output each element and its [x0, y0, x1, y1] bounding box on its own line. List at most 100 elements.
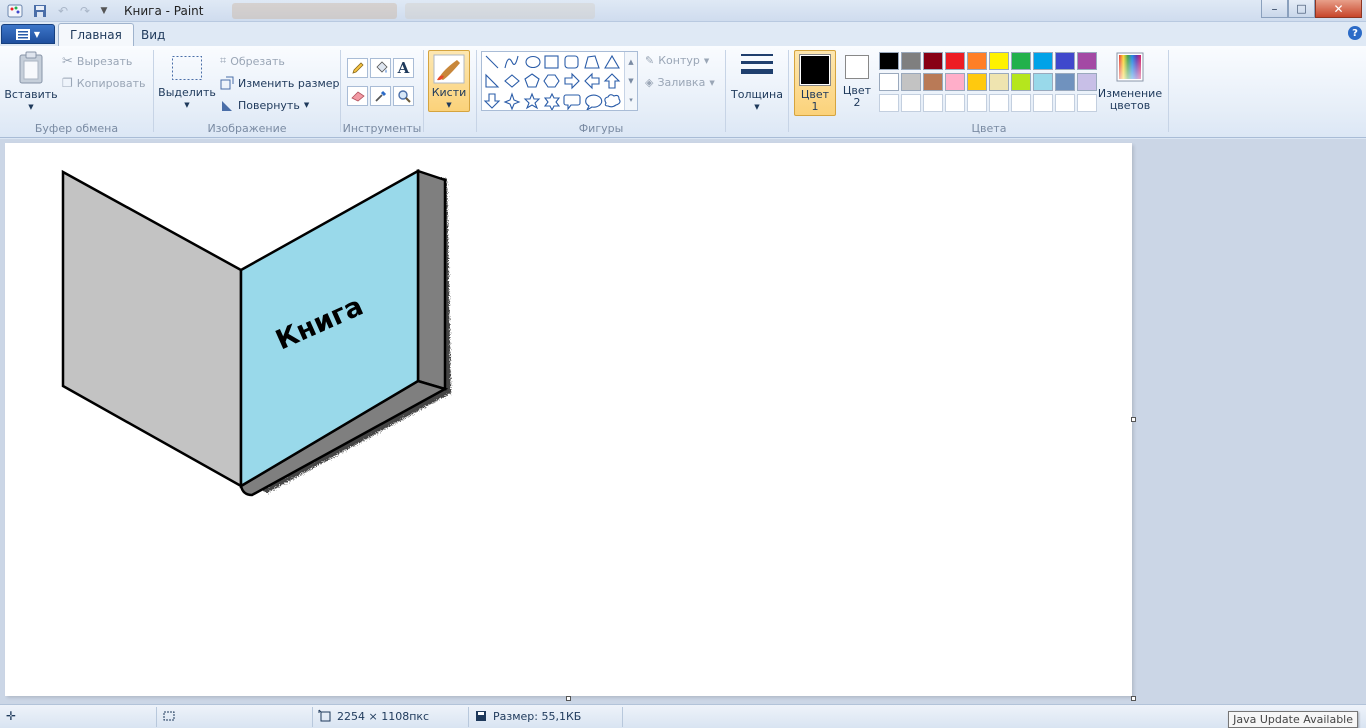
color2-button[interactable]: Цвет 2 — [840, 55, 874, 109]
color-swatch[interactable] — [1011, 52, 1031, 70]
color-swatch[interactable] — [1033, 94, 1053, 112]
six-point-star-shape[interactable] — [543, 92, 561, 110]
pencil-icon[interactable] — [347, 58, 368, 78]
drawing-canvas[interactable]: Книга — [5, 143, 1132, 696]
down-arrow-shape[interactable] — [483, 93, 501, 109]
pentagon-shape[interactable] — [524, 73, 540, 88]
resize-button[interactable]: Изменить размер — [220, 76, 340, 90]
color1-button[interactable]: Цвет 1 — [794, 50, 836, 116]
minimize-button[interactable]: – — [1261, 0, 1288, 18]
edit-colors-label-2: цветов — [1109, 99, 1151, 112]
cloud-callout-shape[interactable] — [604, 94, 621, 108]
color-swatch[interactable] — [1011, 94, 1031, 112]
color-swatch[interactable] — [901, 73, 921, 91]
color-swatch[interactable] — [967, 73, 987, 91]
color-swatch[interactable] — [1033, 73, 1053, 91]
scroll-down-icon[interactable]: ▼ — [628, 77, 633, 85]
tab-view[interactable]: Вид — [130, 23, 176, 46]
java-update-tooltip[interactable]: Java Update Available — [1228, 711, 1358, 728]
color-swatch[interactable] — [945, 73, 965, 91]
triangle-shape[interactable] — [604, 54, 620, 69]
polygon-shape[interactable] — [584, 55, 600, 69]
color-swatch[interactable] — [1055, 73, 1075, 91]
left-arrow-shape[interactable] — [584, 72, 600, 90]
oval-shape[interactable] — [525, 55, 541, 69]
color-swatch[interactable] — [989, 52, 1009, 70]
rotate-button[interactable]: Повернуть ▼ — [220, 98, 309, 112]
paste-button[interactable]: Вставить ▼ — [4, 51, 58, 113]
rectangle-shape[interactable] — [544, 55, 559, 69]
right-arrow-shape[interactable] — [564, 72, 580, 90]
copy-button[interactable]: ❐ Копировать — [62, 76, 145, 90]
chevron-down-icon: ▼ — [754, 103, 760, 111]
color-picker-icon[interactable] — [370, 86, 391, 106]
save-icon[interactable] — [31, 3, 49, 19]
resize-handle-bottom[interactable] — [566, 696, 571, 701]
rainbow-palette-icon — [1116, 52, 1144, 82]
color-swatch[interactable] — [1011, 73, 1031, 91]
color-swatch[interactable] — [923, 94, 943, 112]
color-swatch[interactable] — [1077, 52, 1097, 70]
color-swatch[interactable] — [879, 52, 899, 70]
cut-button[interactable]: ✂ Вырезать — [62, 54, 132, 69]
undo-icon[interactable]: ↶ — [54, 3, 72, 19]
color-swatch[interactable] — [879, 73, 899, 91]
paint-app-icon[interactable] — [6, 3, 24, 19]
color-swatch[interactable] — [1077, 73, 1097, 91]
color-swatch[interactable] — [967, 94, 987, 112]
eraser-icon[interactable] — [347, 86, 368, 106]
disk-icon — [476, 711, 486, 721]
scroll-up-icon[interactable]: ▲ — [628, 58, 633, 66]
color-swatch[interactable] — [923, 52, 943, 70]
ribbon-tabs: ▼ Главная Вид ? — [0, 22, 1366, 46]
hexagon-shape[interactable] — [543, 74, 560, 88]
shapes-scrollbar[interactable]: ▲ ▼ ▾ — [624, 52, 637, 110]
fill-shape-button[interactable]: ◈ Заливка ▼ — [645, 76, 715, 89]
edit-colors-button[interactable]: Изменение цветов — [1098, 52, 1162, 112]
magnifier-icon[interactable] — [393, 86, 414, 106]
customize-quick-access-icon[interactable]: ▼ — [97, 3, 111, 19]
color-swatch[interactable] — [1077, 94, 1097, 112]
text-icon[interactable]: A — [393, 58, 414, 78]
curve-shape[interactable] — [504, 55, 519, 69]
help-icon[interactable]: ? — [1348, 26, 1362, 40]
right-triangle-shape[interactable] — [485, 73, 500, 88]
color-swatch[interactable] — [1055, 52, 1075, 70]
up-arrow-shape[interactable] — [603, 73, 621, 89]
line-shape[interactable] — [485, 55, 499, 69]
color-swatch[interactable] — [901, 94, 921, 112]
color-swatch[interactable] — [967, 52, 987, 70]
oval-callout-shape[interactable] — [585, 94, 603, 110]
select-button[interactable]: Выделить ▼ — [158, 55, 216, 111]
resize-handle-right[interactable] — [1131, 417, 1136, 422]
four-point-star-shape[interactable] — [503, 92, 521, 110]
brushes-button[interactable]: Кисти ▼ — [428, 50, 470, 112]
tab-home[interactable]: Главная — [58, 23, 134, 46]
fill-icon[interactable] — [370, 58, 391, 78]
file-size-text: Размер: 55,1КБ — [493, 709, 582, 723]
color-swatch[interactable] — [923, 73, 943, 91]
resize-handle-corner[interactable] — [1131, 696, 1136, 701]
size-button[interactable]: Толщина ▼ — [729, 52, 785, 113]
diamond-shape[interactable] — [504, 74, 520, 88]
redo-icon[interactable]: ↷ — [76, 3, 94, 19]
color-swatch[interactable] — [989, 94, 1009, 112]
crop-button[interactable]: ⌗ Обрезать — [220, 54, 285, 68]
rounded-rectangle-shape[interactable] — [564, 55, 579, 69]
color-swatch[interactable] — [879, 94, 899, 112]
color-swatch[interactable] — [945, 52, 965, 70]
color-swatch[interactable] — [1033, 52, 1053, 70]
outline-button[interactable]: ✎ Контур ▼ — [645, 54, 709, 67]
rounded-callout-shape[interactable] — [563, 94, 581, 110]
separator — [788, 50, 789, 132]
close-button[interactable]: ✕ — [1315, 0, 1362, 18]
five-point-star-shape[interactable] — [523, 92, 541, 110]
color-swatch[interactable] — [1055, 94, 1075, 112]
color-swatch[interactable] — [901, 52, 921, 70]
color-swatch[interactable] — [989, 73, 1009, 91]
paint-menu-button[interactable]: ▼ — [1, 24, 55, 44]
maximize-button[interactable]: □ — [1288, 0, 1315, 18]
canvas-area[interactable]: Книга — [0, 139, 1366, 704]
expand-gallery-icon[interactable]: ▾ — [629, 96, 633, 104]
color-swatch[interactable] — [945, 94, 965, 112]
